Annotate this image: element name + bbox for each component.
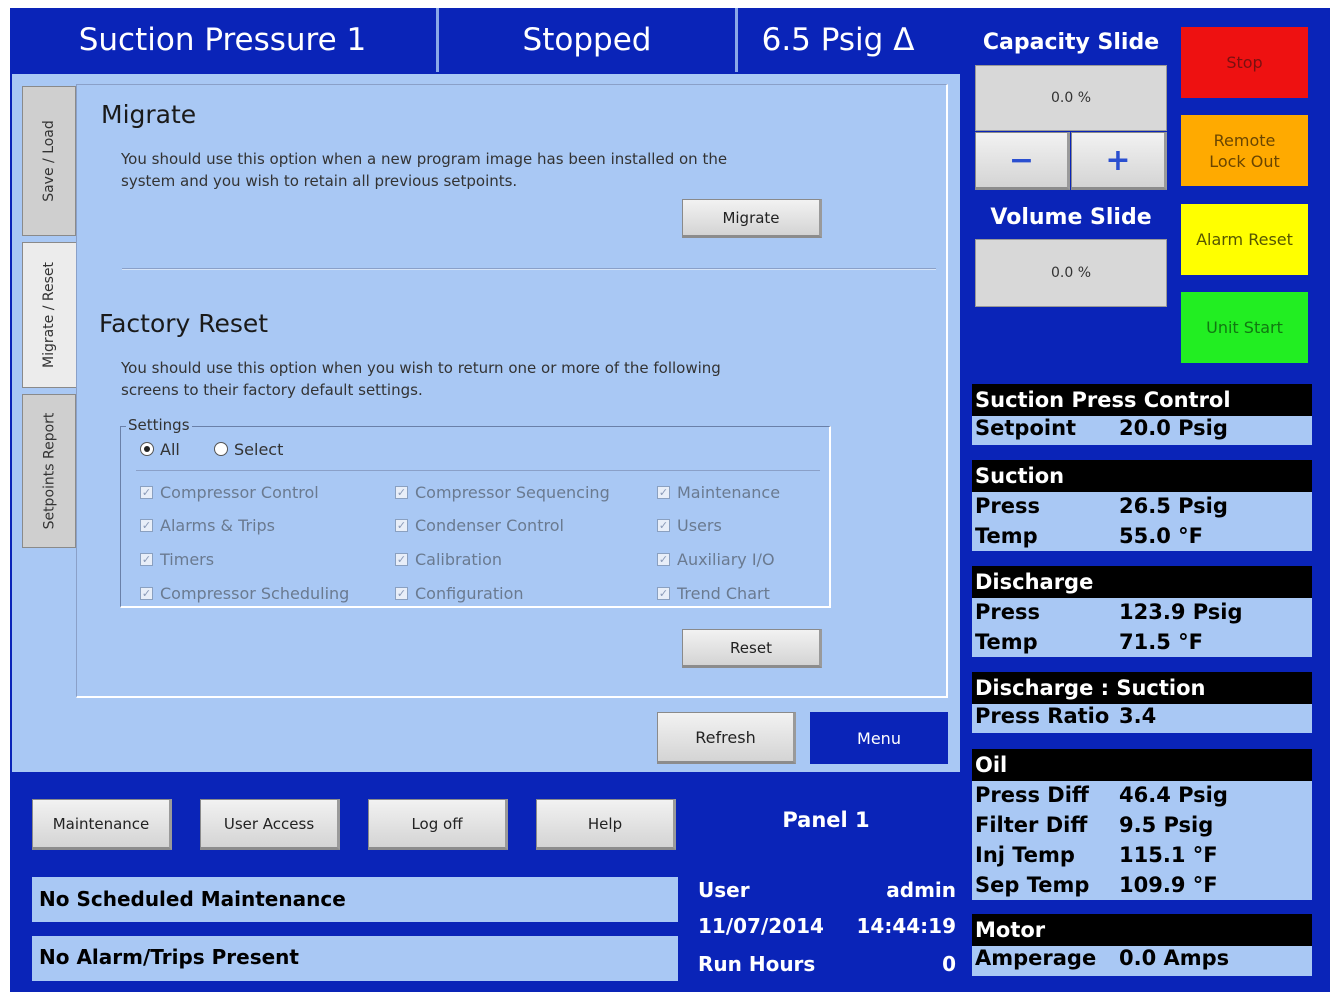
- user-value: admin: [886, 878, 956, 902]
- checkbox-compressor-sequencing[interactable]: ✓ Compressor Sequencing: [395, 483, 610, 502]
- log-off-button[interactable]: Log off: [368, 799, 508, 850]
- settings-divider: [136, 470, 820, 471]
- factory-reset-description: screens to their factory default setting…: [121, 381, 423, 399]
- factory-reset-description: You should use this option when you wish…: [121, 359, 721, 377]
- checkbox-condenser-control[interactable]: ✓ Condenser Control: [395, 516, 564, 535]
- oil-values: Press Diff 46.4 Psig Filter Diff 9.5 Psig …: [972, 781, 1312, 900]
- checkbox-configuration[interactable]: ✓ Configuration: [395, 584, 524, 603]
- run-hours-value: 0: [942, 952, 956, 976]
- checkbox-calibration[interactable]: ✓ Calibration: [395, 550, 502, 569]
- header-value: 6.5 Psig Δ: [761, 22, 915, 58]
- alarm-status: No Alarm/Trips Present: [32, 936, 678, 981]
- tab-save-load[interactable]: Save / Load: [22, 86, 76, 236]
- checkbox-trend-chart[interactable]: ✓ Trend Chart: [657, 584, 770, 603]
- help-button[interactable]: Help: [536, 799, 676, 850]
- plus-icon: +: [1105, 142, 1131, 178]
- motor-title: Motor: [972, 914, 1312, 946]
- tab-setpoints-report[interactable]: Setpoints Report: [22, 394, 76, 548]
- reset-button[interactable]: Reset: [682, 629, 822, 668]
- section-divider: [122, 268, 936, 270]
- refresh-button[interactable]: Refresh: [657, 712, 796, 764]
- checkbox-compressor-control[interactable]: ✓ Compressor Control: [140, 483, 319, 502]
- press-ratio-row: Press Ratio 3.4: [972, 704, 1312, 733]
- amperage-row: Amperage 0.0 Amps: [972, 946, 1312, 976]
- volume-slide-value: 0.0 %: [975, 239, 1167, 307]
- capacity-slide-label: Capacity Slide: [982, 30, 1160, 55]
- radio-all-indicator: [140, 441, 154, 456]
- migrate-description: You should use this option when a new pr…: [121, 150, 728, 168]
- minus-icon: −: [1008, 142, 1035, 178]
- date-display: 11/07/2014: [698, 914, 824, 938]
- radio-all[interactable]: All: [140, 440, 180, 459]
- user-label: User: [698, 878, 750, 902]
- radio-select[interactable]: Select: [214, 440, 283, 459]
- radio-select-indicator: [214, 441, 228, 456]
- checkbox-maintenance[interactable]: ✓ Maintenance: [657, 483, 780, 502]
- run-hours-label: Run Hours: [698, 952, 816, 976]
- panel-label: Panel 1: [782, 808, 870, 832]
- remote-lock-out-button[interactable]: Remote Lock Out: [1181, 115, 1308, 186]
- time-display: 14:44:19: [856, 914, 957, 938]
- volume-slide-label: Volume Slide: [990, 205, 1152, 230]
- oil-title: Oil: [972, 749, 1312, 781]
- suction-press-control-title: Suction Press Control: [972, 384, 1312, 416]
- checkbox-timers[interactable]: ✓ Timers: [140, 550, 214, 569]
- checkbox-auxiliary-io[interactable]: ✓ Auxiliary I/O: [657, 550, 775, 569]
- capacity-slide-value: 0.0 %: [975, 65, 1167, 131]
- migrate-heading: Migrate: [101, 100, 197, 129]
- checkbox-alarms-trips[interactable]: ✓ Alarms & Trips: [140, 516, 275, 535]
- capacity-decrease-button[interactable]: −: [975, 132, 1070, 190]
- tab-migrate-reset[interactable]: Migrate / Reset: [22, 242, 76, 388]
- suction-values: Press 26.5 Psig Temp 55.0 °F: [972, 492, 1312, 551]
- discharge-values: Press 123.9 Psig Temp 71.5 °F: [972, 598, 1312, 657]
- migrate-description: system and you wish to retain all previo…: [121, 172, 518, 190]
- alarm-reset-button[interactable]: Alarm Reset: [1181, 204, 1308, 275]
- checkbox-users[interactable]: ✓ Users: [657, 516, 722, 535]
- discharge-title: Discharge: [972, 566, 1312, 598]
- maintenance-button[interactable]: Maintenance: [32, 799, 172, 850]
- settings-group-label: Settings: [126, 416, 192, 434]
- stop-button[interactable]: Stop: [1181, 27, 1308, 98]
- unit-start-button[interactable]: Unit Start: [1181, 292, 1308, 363]
- setpoint-row: Setpoint 20.0 Psig: [972, 416, 1312, 445]
- menu-button[interactable]: Menu: [810, 712, 948, 764]
- migrate-button[interactable]: Migrate: [682, 199, 822, 238]
- header-status: Stopped: [522, 22, 652, 58]
- checkbox-compressor-scheduling[interactable]: ✓ Compressor Scheduling: [140, 584, 349, 603]
- user-access-button[interactable]: User Access: [200, 799, 340, 850]
- header-title: Suction Pressure 1: [78, 22, 367, 58]
- capacity-increase-button[interactable]: +: [1071, 132, 1167, 190]
- ratio-title: Discharge : Suction: [972, 672, 1312, 704]
- factory-reset-heading: Factory Reset: [99, 309, 269, 338]
- suction-title: Suction: [972, 460, 1312, 492]
- maintenance-status: No Scheduled Maintenance: [32, 877, 678, 922]
